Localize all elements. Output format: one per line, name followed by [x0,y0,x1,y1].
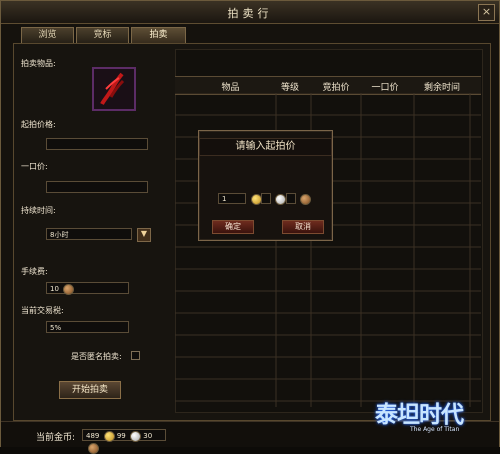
fee-display: 10 [46,282,129,295]
header-bid-price: 竞拍价 [322,83,350,93]
duration-select[interactable]: 8小时 [46,228,132,240]
gold-amount: 489 [86,432,100,440]
duration-label: 持续时间: [21,206,56,215]
fee-label: 手续费: [21,267,48,276]
game-logo: 泰坦时代 The Age of Titan [375,395,485,439]
silver-icon [130,430,141,442]
header-buyout-price: 一口价 [371,83,399,93]
currency-display: 489 99 30 [82,429,166,454]
copper-icon-footer [88,442,99,454]
tax-display: 5% [46,321,129,333]
fee-value: 10 [50,285,59,293]
anonymous-label: 是否匿名拍卖: [71,352,122,361]
anonymous-checkbox[interactable] [131,351,140,360]
start-price-input[interactable] [46,138,148,150]
currency-label: 当前金币: [36,433,76,443]
auction-window: 拍卖行 × 浏览 竞标 拍卖 拍卖物品: 起拍价格: 一口价: 持续时间: 8小… [0,0,500,454]
gold-input[interactable]: 1 [218,193,246,204]
close-button[interactable]: × [478,4,495,21]
gold-icon [103,430,115,442]
logo-text: 泰坦时代 [375,401,464,428]
copper-input[interactable] [286,193,296,204]
copper-icon [63,283,75,295]
chevron-down-icon: ▼ [140,229,148,238]
item-slot[interactable] [92,67,136,111]
tab-auction[interactable]: 拍卖 [131,27,186,44]
tab-bid[interactable]: 竞标 [76,27,129,43]
window-title: 拍卖行 [227,7,273,20]
silver-input[interactable] [261,193,271,204]
header-level: 等级 [280,83,299,93]
buyout-price-label: 一口价: [21,162,48,171]
duration-dropdown-button[interactable]: ▼ [137,228,151,242]
header-remaining-time: 剩余时间 [423,83,460,93]
start-price-label: 起拍价格: [21,120,56,129]
confirm-button[interactable]: 确定 [212,220,254,234]
header-item: 物品 [221,83,240,93]
item-icon [94,69,134,109]
tab-browse[interactable]: 浏览 [21,27,74,43]
item-label: 拍卖物品: [21,59,56,68]
copper-coin-icon [300,194,311,205]
start-auction-button[interactable]: 开始拍卖 [59,381,121,399]
logo-tagline: The Age of Titan [410,426,460,433]
buyout-price-input[interactable] [46,181,148,193]
title-bar[interactable]: 拍卖行 × [1,1,499,24]
start-price-dialog[interactable]: 请输入起拍价 1 确定 取消 [198,130,333,241]
tax-label: 当前交易税: [21,306,64,315]
silver-coin-icon [275,194,286,205]
dialog-title: 请输入起拍价 [199,138,332,156]
silver-amount: 99 [116,432,126,440]
cancel-button[interactable]: 取消 [282,220,324,234]
copper-amount: 30 [143,432,153,440]
